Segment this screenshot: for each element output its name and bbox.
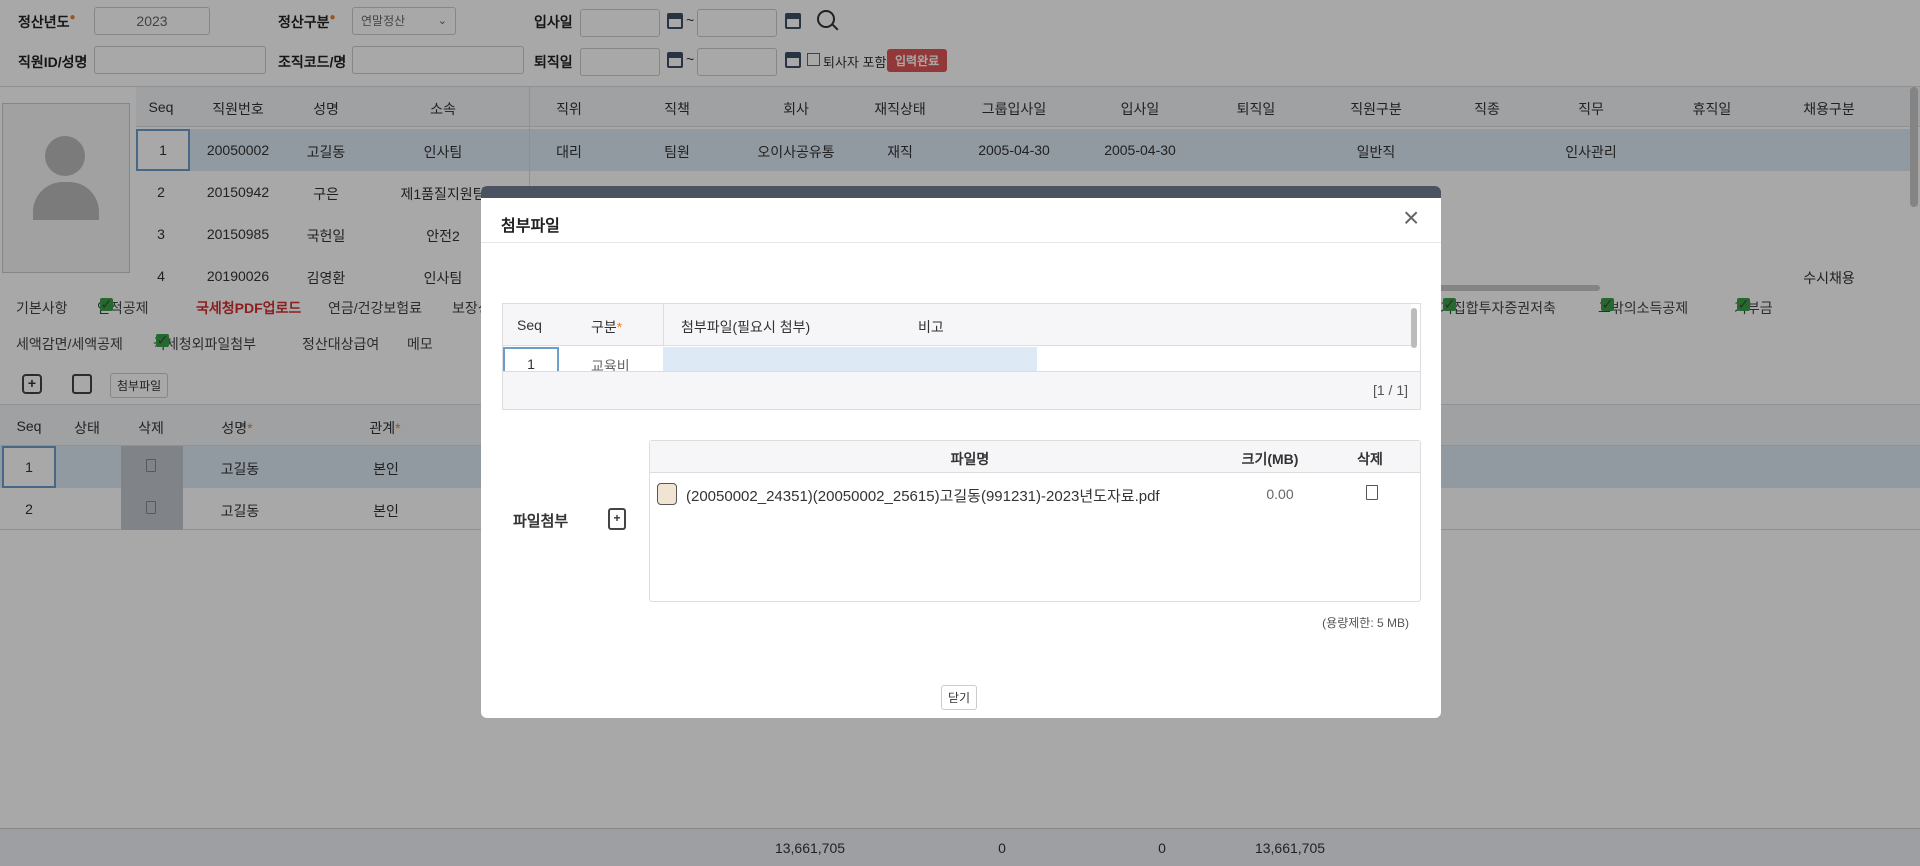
file-row[interactable]: (20050002_24351)(20050002_25615)고길동(9912… [650,475,1420,511]
col-file-name: 파일명 [950,451,990,467]
modal-header: 첨부파일 × [481,198,1441,243]
modal-top-bar [481,186,1441,198]
size-limit-note: (용량제한: 5 MB) [1322,616,1409,630]
attachment-grid-header: Seq 구분* 첨부파일(필요시 첨부) 비고 [503,304,1411,346]
attach-label: 파일첨부 [513,513,569,530]
document-icon [657,483,677,505]
file-list: 파일명 크기(MB) 삭제 (20050002_24351)(20050002_… [649,440,1421,602]
pager-bar: [1 / 1] [503,371,1420,409]
pager: [1 / 1] [1372,382,1408,398]
file-list-header: 파일명 크기(MB) 삭제 [650,441,1420,473]
divider [663,304,664,346]
attachment-grid: Seq 구분* 첨부파일(필요시 첨부) 비고 1 교육비 [1 / 1] [502,303,1421,410]
col-attach: 첨부파일(필요시 첨부) [681,319,811,335]
cell: 교육비 [591,358,630,371]
col-file-size: 크기(MB) [1241,451,1299,467]
add-file-icon[interactable]: + [608,508,626,530]
col-file-delete: 삭제 [1357,451,1383,467]
file-size: 0.00 [1266,486,1294,502]
modal-title: 첨부파일 [501,218,560,235]
col-seq: Seq [517,317,542,333]
attach-cell[interactable] [663,347,1037,371]
row-seq: 1 [503,347,559,371]
table-row[interactable]: 1 교육비 [503,347,1411,371]
attachment-modal: 첨부파일 × Seq 구분* 첨부파일(필요시 첨부) 비고 1 교육비 [1 … [481,186,1441,718]
col-note: 비고 [918,319,944,335]
vertical-scrollbar[interactable] [1411,308,1417,348]
close-icon[interactable]: × [1403,204,1419,232]
col-category: 구분* [591,319,623,335]
trash-icon[interactable] [1366,485,1378,500]
file-name[interactable]: (20050002_24351)(20050002_25615)고길동(9912… [686,485,1160,506]
close-button[interactable]: 닫기 [941,685,978,710]
